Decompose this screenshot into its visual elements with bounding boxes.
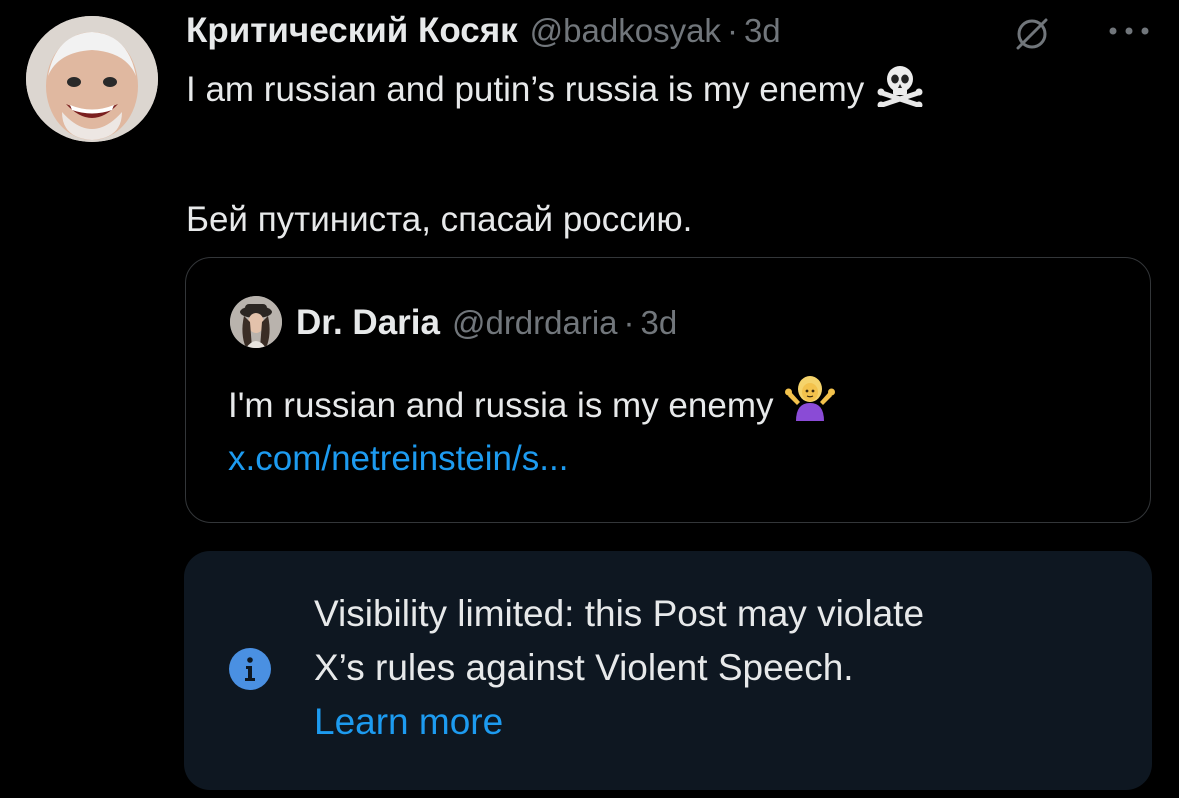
tweet-text-line1-content: I am russian and putin’s russia is my en… (186, 70, 865, 109)
quote-author-name[interactable]: Dr. Daria (296, 303, 440, 343)
learn-more-link[interactable]: Learn more (314, 695, 1114, 749)
quote-separator-dot: · (623, 304, 635, 341)
skull-crossbones-emoji (876, 63, 924, 118)
notice-line1: Visibility limited: this Post may violat… (314, 593, 925, 634)
notice-line2: X’s rules against Violent Speech. (314, 647, 854, 688)
quoted-tweet-card[interactable]: Dr. Daria @drdrdaria · 3d I'm russian an… (185, 257, 1151, 523)
separator-dot: · (726, 12, 738, 49)
quote-text-content: I'm russian and russia is my enemy (228, 385, 774, 425)
tweet-text: I am russian and putin’s russia is my en… (186, 65, 1146, 242)
quote-link[interactable]: x.com/netreinstein/s... (228, 433, 568, 485)
quote-text: I'm russian and russia is my enemy (228, 375, 836, 436)
quote-timestamp[interactable]: 3d (641, 304, 678, 342)
quote-author-handle[interactable]: @drdrdaria (452, 304, 618, 342)
tweet-timestamp[interactable]: 3d (744, 12, 781, 50)
notice-text: Visibility limited: this Post may violat… (314, 587, 1114, 749)
person-shrugging-emoji (785, 375, 836, 436)
author-name[interactable]: Критический Косяк (186, 11, 518, 51)
visibility-notice: Visibility limited: this Post may violat… (184, 551, 1152, 790)
more-dots-icon[interactable] (1104, 18, 1154, 44)
tweet-header: Критический Косяк @badkosyak · 3d (186, 8, 781, 54)
grok-slash-icon[interactable] (1012, 14, 1052, 54)
avatar[interactable] (26, 16, 158, 142)
tweet-text-line1: I am russian and putin’s russia is my en… (186, 65, 1146, 112)
quote-avatar[interactable] (230, 296, 282, 348)
author-handle[interactable]: @badkosyak (530, 12, 721, 50)
quote-header: Dr. Daria @drdrdaria · 3d (296, 300, 677, 346)
info-icon (228, 647, 272, 691)
tweet-text-line2: Бей путиниста, спасай россию. (186, 200, 693, 239)
